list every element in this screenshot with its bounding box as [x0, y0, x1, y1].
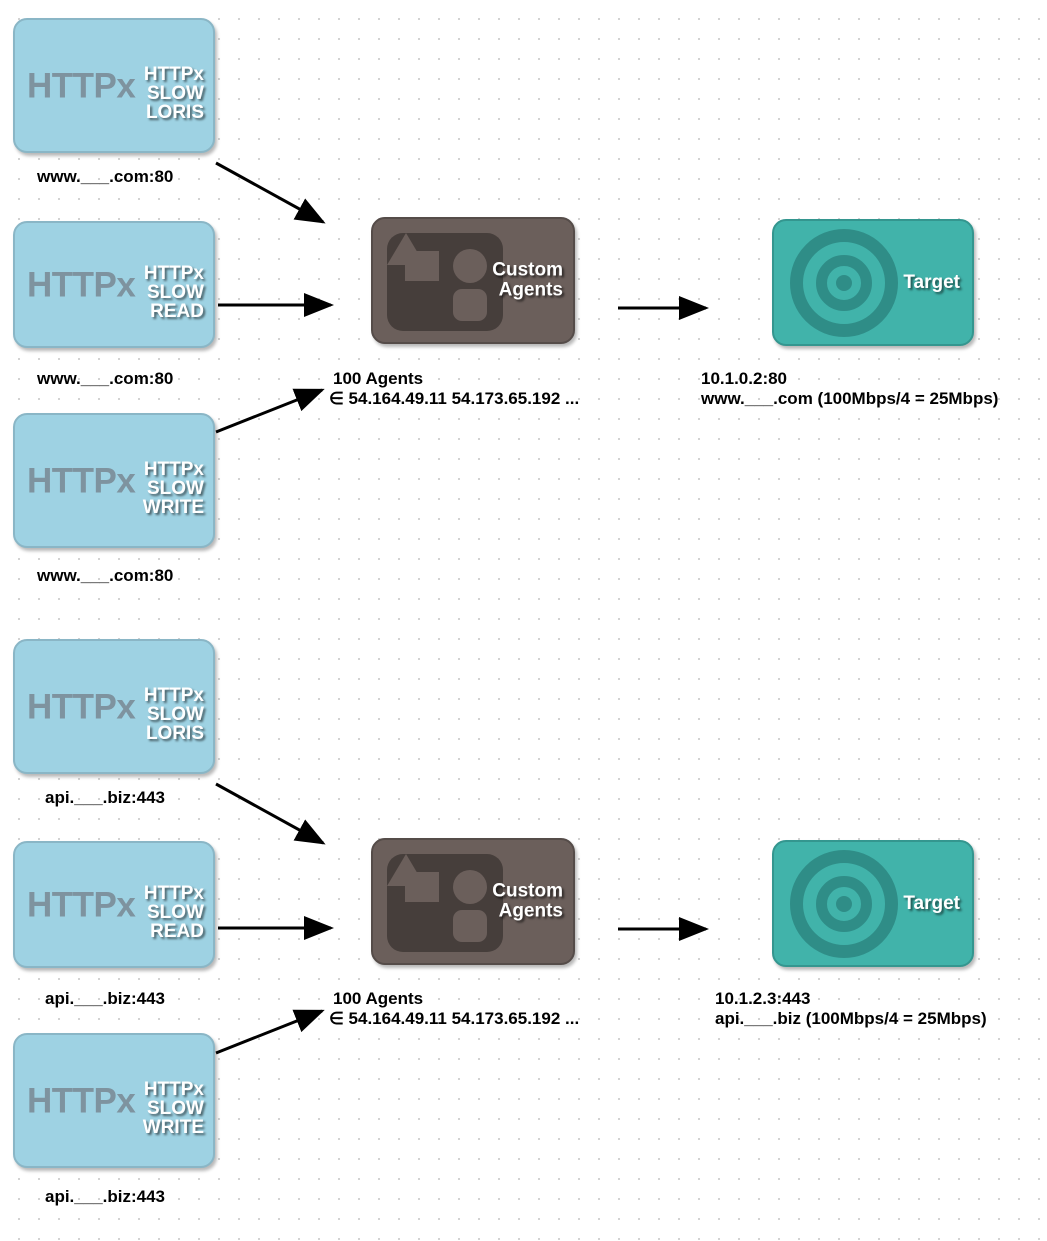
- rounded-square-icon: [453, 289, 487, 321]
- arrow-loris-to-agents-2: [215, 782, 326, 845]
- target-node-https[interactable]: Target: [772, 840, 974, 967]
- attacker-caption-slow-loris-https: api.___.biz:443: [45, 788, 166, 807]
- bullseye-icon: [790, 849, 898, 958]
- arrow-loris-to-agents: [215, 161, 326, 224]
- custom-agents-label: Custom Agents: [492, 258, 563, 301]
- attacker-node-slow-loris-https[interactable]: HTTPx HTTPx SLOW LORIS: [13, 639, 215, 774]
- httpx-watermark: HTTPx: [27, 885, 136, 924]
- custom-agents-caption-ips-https: ∈ 54.164.49.11 54.173.65.192 ...: [329, 1009, 580, 1028]
- custom-agents-node-http[interactable]: Custom Agents: [371, 217, 575, 344]
- httpx-watermark: HTTPx: [27, 265, 136, 304]
- attacker-caption-slow-write-https: api.___.biz:443: [45, 1187, 166, 1206]
- attacker-caption-slow-loris-http: www.___.com:80: [37, 167, 174, 186]
- attacker-label: HTTPx SLOW READ: [143, 882, 204, 943]
- bullseye-center-dot: [836, 274, 852, 291]
- attacker-caption-slow-read-http: www.___.com:80: [37, 369, 174, 388]
- attacker-label: HTTPx SLOW LORIS: [143, 684, 204, 745]
- attacker-node-slow-loris-http[interactable]: HTTPx HTTPx SLOW LORIS: [13, 18, 215, 153]
- target-label: Target: [903, 892, 960, 914]
- target-caption-bandwidth-https: api.___.biz (100Mbps/4 = 25Mbps): [715, 1009, 987, 1028]
- attacker-caption-slow-write-http: www.___.com:80: [37, 566, 174, 585]
- arrow-write-to-agents-2: [215, 1009, 325, 1055]
- attacker-label: HTTPx SLOW WRITE: [142, 458, 204, 519]
- arrow-write-to-agents: [215, 388, 325, 434]
- agents-icon-panel: [387, 233, 503, 331]
- attacker-label: HTTPx SLOW READ: [143, 262, 204, 323]
- attacker-label: HTTPx SLOW LORIS: [143, 63, 204, 124]
- target-caption-bandwidth-http: www.___.com (100Mbps/4 = 25Mbps): [701, 389, 999, 408]
- agents-icon-panel: [387, 854, 503, 952]
- bullseye-center-dot: [836, 895, 852, 912]
- httpx-watermark: HTTPx: [27, 1081, 136, 1120]
- httpx-watermark: HTTPx: [27, 687, 136, 726]
- target-label: Target: [903, 271, 960, 293]
- custom-agents-label: Custom Agents: [492, 879, 563, 922]
- httpx-watermark: HTTPx: [27, 66, 136, 105]
- custom-agents-caption-ips-http: ∈ 54.164.49.11 54.173.65.192 ...: [329, 389, 580, 408]
- attacker-node-slow-read-https[interactable]: HTTPx HTTPx SLOW READ: [13, 841, 215, 968]
- rounded-square-icon: [453, 910, 487, 942]
- attacker-caption-slow-read-https: api.___.biz:443: [45, 989, 166, 1008]
- custom-agents-node-https[interactable]: Custom Agents: [371, 838, 575, 965]
- attacker-node-slow-read-http[interactable]: HTTPx HTTPx SLOW READ: [13, 221, 215, 348]
- square-icon: [405, 872, 439, 902]
- diagram-canvas: HTTPx HTTPx SLOW LORIS www.___.com:80 HT…: [0, 0, 1047, 1241]
- target-node-http[interactable]: Target: [772, 219, 974, 346]
- attacker-node-slow-write-http[interactable]: HTTPx HTTPx SLOW WRITE: [13, 413, 215, 548]
- circle-icon: [453, 249, 487, 283]
- square-icon: [405, 251, 439, 281]
- circle-icon: [453, 870, 487, 904]
- httpx-watermark: HTTPx: [27, 461, 136, 500]
- attacker-label: HTTPx SLOW WRITE: [142, 1078, 204, 1139]
- attacker-node-slow-write-https[interactable]: HTTPx HTTPx SLOW WRITE: [13, 1033, 215, 1168]
- bullseye-icon: [790, 228, 898, 337]
